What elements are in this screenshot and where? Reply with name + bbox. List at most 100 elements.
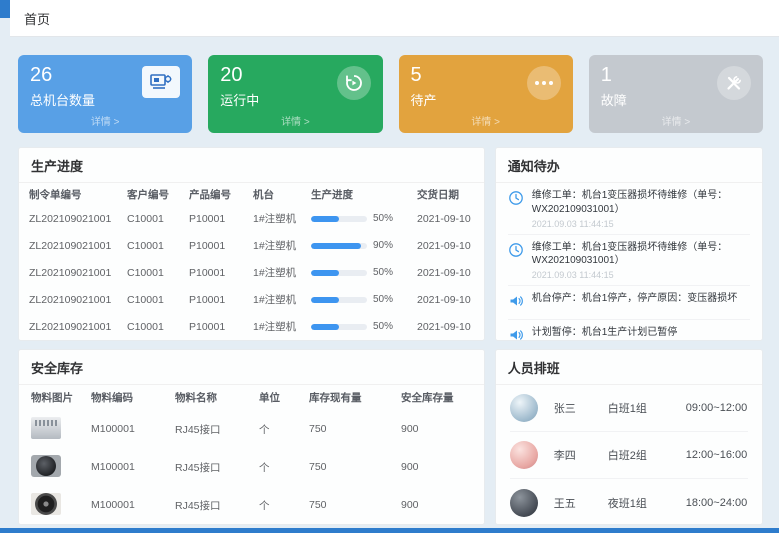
top-tab-bar: 首页 xyxy=(10,0,779,37)
material-image-cell xyxy=(31,417,91,442)
table-row[interactable]: M100001 RJ45接口 个 750 900 xyxy=(19,486,484,524)
shift-time: 09:00~12:00 xyxy=(686,402,747,414)
speaker-icon xyxy=(508,326,524,340)
notification-item[interactable]: 维修工单：机台1变压器损坏待维修（单号：WX202109031001） 2021… xyxy=(508,235,750,287)
running-icon xyxy=(337,66,371,100)
detail-link[interactable]: 详情 > xyxy=(220,113,370,128)
material-image xyxy=(31,417,61,439)
schedule-list: 张三 白班1组 09:00~12:00 李四 白班2组 12:00~16:00 xyxy=(496,385,762,525)
detail-link[interactable]: 详情 > xyxy=(411,113,561,128)
customer-no-cell: C10001 xyxy=(127,294,189,306)
column-header: 物料名称 xyxy=(175,390,259,405)
detail-link[interactable]: 详情 > xyxy=(601,113,751,128)
material-image xyxy=(31,493,61,515)
production-progress-panel: 生产进度 制令单编号 客户编号 产品编号 机台 生产进度 交货日期 ZL2021… xyxy=(18,147,485,341)
tab-home[interactable]: 首页 xyxy=(10,9,64,28)
table-row[interactable]: ZL202109021001 C10001 P10001 1#注塑机 50% 2… xyxy=(19,205,484,232)
progress-cell: 90% xyxy=(311,240,417,251)
stat-card-main: 26 总机台数量 xyxy=(30,64,95,109)
order-no-cell: ZL202109021001 xyxy=(29,321,127,333)
stat-label: 故障 xyxy=(601,90,627,109)
table-row[interactable]: ZL202109021001 C10001 P10001 1#注塑机 90% 2… xyxy=(19,232,484,259)
avatar xyxy=(510,489,538,517)
material-code-cell: M100001 xyxy=(91,499,175,511)
stat-card-top: 26 总机台数量 xyxy=(30,64,180,109)
table-row[interactable]: M100001 RJ45接口 个 750 900 xyxy=(19,410,484,448)
notification-item[interactable]: 维修工单：机台1变压器损坏待维修（单号：WX202109031001） 2021… xyxy=(508,183,750,235)
table-row[interactable]: ZL202109021001 C10001 P10001 1#注塑机 50% 2… xyxy=(19,313,484,340)
panel-title: 生产进度 xyxy=(19,148,484,183)
staff-schedule-panel: 人员排班 张三 白班1组 09:00~12:00 李四 xyxy=(495,349,763,525)
notification-text: 维修工单：机台1变压器损坏待维修（单号：WX202109031001） xyxy=(532,189,750,217)
notification-list: 维修工单：机台1变压器损坏待维修（单号：WX202109031001） 2021… xyxy=(496,183,762,340)
clock-icon xyxy=(508,189,524,229)
material-name-cell: RJ45接口 xyxy=(175,460,259,475)
column-header: 机台 xyxy=(253,187,311,202)
stat-cards: 26 总机台数量 详情 > xyxy=(18,55,763,133)
avatar xyxy=(510,394,538,422)
stat-card-main: 1 故障 xyxy=(601,64,627,109)
notification-body: 计划暂停：机台1生产计划已暂停 2021.09.03 11:44:15 xyxy=(532,326,678,340)
progress-fill xyxy=(311,297,339,303)
product-no-cell: P10001 xyxy=(189,321,253,333)
schedule-row[interactable]: 张三 白班1组 09:00~12:00 xyxy=(510,385,748,432)
table-row[interactable]: ZL202109021001 C10001 P10001 1#注塑机 50% 2… xyxy=(19,259,484,286)
order-no-cell: ZL202109021001 xyxy=(29,240,127,252)
stat-value: 20 xyxy=(220,64,259,87)
notification-text: 维修工单：机台1变压器损坏待维修（单号：WX202109031001） xyxy=(532,241,750,269)
notification-item[interactable]: 机台停产：机台1停产，停产原因：变压器损坏 xyxy=(508,286,750,320)
progress-fill xyxy=(311,270,339,276)
table-body: M100001 RJ45接口 个 750 900 M100001 RJ45接口 … xyxy=(19,410,484,524)
schedule-row[interactable]: 李四 白班2组 12:00~16:00 xyxy=(510,432,748,479)
column-header: 安全库存量 xyxy=(401,390,472,405)
customer-no-cell: C10001 xyxy=(127,321,189,333)
stat-card-fault[interactable]: 1 故障 详情 > xyxy=(589,55,763,133)
unit-cell: 个 xyxy=(259,498,309,513)
material-image xyxy=(31,455,61,477)
shift-label: 夜班1组 xyxy=(608,495,682,511)
column-header: 库存现有量 xyxy=(309,390,401,405)
progress-fill xyxy=(311,243,361,249)
stat-card-top: 1 故障 xyxy=(601,64,751,109)
material-name-cell: RJ45接口 xyxy=(175,498,259,513)
machine-cell: 1#注塑机 xyxy=(253,211,311,226)
column-header: 交货日期 xyxy=(417,187,474,202)
safety-stock-cell: 900 xyxy=(401,461,472,473)
stat-card-waiting[interactable]: 5 待产 详情 > xyxy=(399,55,573,133)
staff-name: 王五 xyxy=(554,495,608,511)
column-header: 生产进度 xyxy=(311,187,417,202)
machine-cell: 1#注塑机 xyxy=(253,292,311,307)
stat-card-main: 20 运行中 xyxy=(220,64,259,109)
stat-card-running[interactable]: 20 运行中 详情 > xyxy=(208,55,382,133)
stat-card-total-machines[interactable]: 26 总机台数量 详情 > xyxy=(18,55,192,133)
stat-value: 5 xyxy=(411,64,437,87)
table-row[interactable]: ZL202109021001 C10001 P10001 1#注塑机 50% 2… xyxy=(19,286,484,313)
panel-title: 安全库存 xyxy=(19,350,484,385)
progress-label: 90% xyxy=(373,240,393,251)
product-no-cell: P10001 xyxy=(189,213,253,225)
progress-cell: 50% xyxy=(311,213,417,224)
material-code-cell: M100001 xyxy=(91,423,175,435)
staff-name: 李四 xyxy=(554,447,608,463)
safety-stock-cell: 900 xyxy=(401,499,472,511)
delivery-date-cell: 2021-09-10 xyxy=(417,294,474,306)
detail-link[interactable]: 详情 > xyxy=(30,113,180,128)
table-row[interactable]: M100001 RJ45接口 个 750 900 xyxy=(19,448,484,486)
clock-icon xyxy=(508,241,524,281)
table-header: 物料图片 物料编码 物料名称 单位 库存现有量 安全库存量 xyxy=(19,385,484,410)
progress-fill xyxy=(311,216,339,222)
column-header: 物料图片 xyxy=(31,390,91,405)
unit-cell: 个 xyxy=(259,422,309,437)
notification-item[interactable]: 计划暂停：机台1生产计划已暂停 2021.09.03 11:44:15 xyxy=(508,320,750,340)
material-name-cell: RJ45接口 xyxy=(175,422,259,437)
notification-body: 机台停产：机台1停产，停产原因：变压器损坏 xyxy=(532,292,738,314)
schedule-row[interactable]: 王五 夜班1组 18:00~24:00 xyxy=(510,479,748,525)
progress-label: 50% xyxy=(373,267,393,278)
notification-time: 2021.09.03 11:44:15 xyxy=(532,219,750,229)
progress-bar xyxy=(311,324,367,330)
delivery-date-cell: 2021-09-10 xyxy=(417,267,474,279)
notifications-panel: 通知待办 维修工单：机台1变压器损坏待维修（单号：WX202109031001）… xyxy=(495,147,763,341)
customer-no-cell: C10001 xyxy=(127,240,189,252)
machine-cell: 1#注塑机 xyxy=(253,238,311,253)
material-code-cell: M100001 xyxy=(91,461,175,473)
